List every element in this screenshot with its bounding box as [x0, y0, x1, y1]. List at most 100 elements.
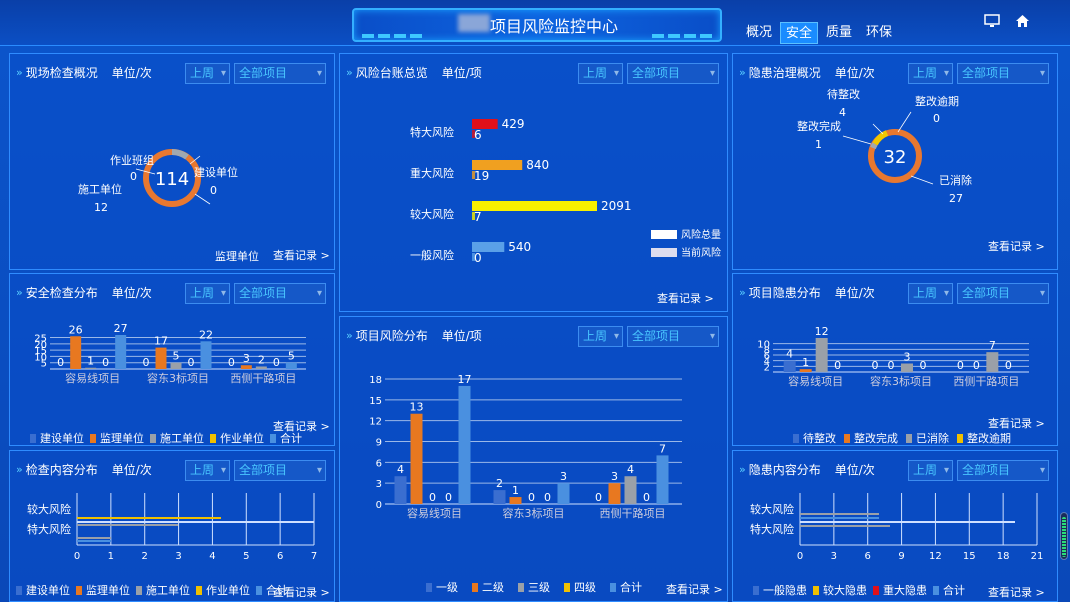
chevron-down-icon: ▾ [1039, 68, 1045, 79]
page-title: 项目风险监控中心 [490, 17, 619, 36]
view-records-link[interactable]: 查看记录 > [666, 581, 723, 597]
label-name: 整改逾期 [915, 94, 959, 108]
bar [800, 517, 879, 519]
legend-label: 三级 [528, 581, 550, 594]
bar [77, 517, 221, 519]
panel-inspection-content-distribution: » 检查内容分布 单位/次 上周 ▾ 全部项目 ▾ 0 1 2 3 4 5 6 7 较大风险 特大风险 建设… [9, 450, 335, 602]
bar-label: 0 [973, 359, 980, 372]
bar [800, 525, 890, 527]
category-label: 容东3标项目 [147, 371, 209, 385]
legend-swatch [196, 586, 202, 595]
bar-label: 0 [429, 491, 436, 504]
category-label: 西侧干路项目 [600, 507, 666, 520]
panel-project-hazard-distribution: » 项目隐患分布 单位/次 上周 ▾ 全部项目 ▾ 2 4 6 8 10 4 1 12 0 容易线项目 0 0… [732, 273, 1058, 446]
tab-quality[interactable]: 质量 [820, 22, 858, 44]
label-name: 施工单位 [78, 182, 122, 196]
legend-swatch [957, 434, 963, 443]
category-label: 较大风险 [27, 502, 71, 516]
hazard-content-hbar-chart: 0 3 6 9 12 15 18 21 较大风险特大风险一般隐患 较大隐患 重大隐患 合计 [750, 493, 1043, 597]
legend-swatch [256, 586, 262, 595]
legend-label: 四级 [574, 581, 596, 594]
legend-swatch [933, 586, 939, 595]
bar [240, 365, 252, 369]
unit-label: 单位/次 [834, 66, 875, 80]
tick-label: 9 [376, 438, 382, 449]
monitor-icon[interactable] [984, 14, 1000, 32]
bar [783, 360, 796, 372]
period-select[interactable]: 上周 ▾ [185, 63, 230, 84]
bar-label: 13 [410, 401, 424, 414]
bar-label: 840 [526, 158, 549, 172]
legend-swatch [651, 230, 677, 239]
bar [155, 347, 167, 369]
bar [115, 335, 127, 369]
bar-label: 0 [834, 359, 841, 372]
tab-overview[interactable]: 概况 [740, 22, 778, 44]
redacted-logo [458, 14, 490, 32]
project-select[interactable]: 全部项目 ▾ [234, 63, 326, 84]
bar-label: 7 [659, 442, 666, 455]
label-value: 1 [815, 138, 822, 151]
chevron-icon: » [739, 66, 746, 79]
view-records-link[interactable]: 查看记录 > [273, 418, 330, 434]
legend-swatch [270, 434, 276, 443]
tick-label: 0 [74, 551, 80, 562]
tick-label: 2 [142, 551, 148, 562]
home-icon[interactable] [1015, 14, 1030, 32]
legend-swatch [651, 248, 677, 257]
project-select[interactable]: 全部项目 ▾ [957, 63, 1049, 84]
bar-label: 429 [502, 117, 525, 131]
category-label: 容易线项目 [788, 374, 843, 388]
legend-label: 作业单位 [206, 583, 250, 597]
legend-swatch [518, 583, 524, 592]
legend-swatch [793, 434, 799, 443]
panel-project-risk-distribution: » 项目风险分布 单位/项 上周 ▾ 全部项目 ▾ 0 3 6 9 12 15 18 4 13 0 0 17 容… [339, 316, 728, 602]
panel-hazard-content-distribution: » 隐患内容分布 单位/次 上周 ▾ 全部项目 ▾ 0 3 6 9 12 15 18 21 较大风险 特大… [732, 450, 1058, 602]
view-records-link[interactable]: 查看记录 > [988, 584, 1045, 600]
bar-total [472, 201, 597, 211]
legend-label: 作业单位 [220, 431, 264, 445]
category-label: 重大风险 [410, 166, 454, 180]
chevron-icon: » [16, 66, 23, 79]
bar-label: 2 [258, 353, 265, 366]
tick-label: 15 [963, 551, 976, 562]
legend-label: 建设单位 [40, 431, 84, 445]
tab-environment[interactable]: 环保 [860, 22, 898, 44]
legend-swatch [844, 434, 850, 443]
view-records-link[interactable]: 查看记录 > [273, 247, 330, 263]
category-label: 西侧干路项目 [953, 375, 1019, 388]
tab-safety[interactable]: 安全 [780, 22, 818, 44]
bar-label: 0 [1005, 359, 1012, 372]
tick-label: 0 [797, 551, 803, 562]
tick-label: 3 [376, 479, 382, 490]
bar [901, 363, 913, 372]
bar-label: 5 [173, 350, 180, 363]
bar [255, 366, 267, 369]
bar-label: 17 [154, 335, 168, 348]
bar [458, 385, 471, 504]
view-records-link[interactable]: 查看记录 > [273, 584, 330, 600]
legend-label: 整改逾期 [967, 431, 1011, 445]
view-records-link[interactable]: 查看记录 > [988, 238, 1045, 254]
legend-swatch [472, 583, 478, 592]
bar [77, 524, 178, 526]
top-header: 项目风险监控中心 概况 安全 质量 环保 [0, 0, 1070, 46]
bar [77, 540, 111, 542]
bar-label: 4 [786, 348, 793, 361]
tick-label: 9 [898, 551, 904, 562]
period-select[interactable]: 上周 ▾ [908, 63, 953, 84]
bar-label: 5 [288, 350, 295, 363]
view-records-link[interactable]: 查看记录 > [657, 290, 714, 306]
category-label: 特大风险 [27, 522, 71, 536]
bar-label: 0 [643, 491, 650, 504]
legend-label: 合计 [943, 583, 965, 597]
scrollbar[interactable] [1060, 512, 1068, 560]
legend-label: 已消除 [916, 431, 949, 445]
tick-label: 3 [175, 551, 181, 562]
category-label: 较大风险 [410, 207, 454, 221]
bar [624, 476, 637, 504]
view-records-link[interactable]: 查看记录 > [988, 415, 1045, 431]
bar-label: 0 [544, 491, 551, 504]
category-label: 西侧干路项目 [230, 372, 296, 385]
tick-label: 1 [108, 551, 114, 562]
